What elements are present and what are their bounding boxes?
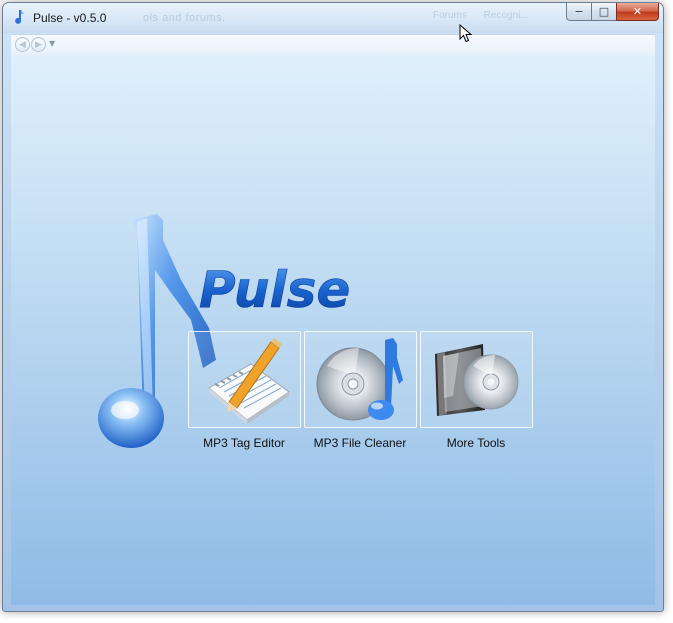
back-arrow-icon: ◀: [19, 39, 26, 50]
background-window-ghost-text-right: Forums Recogni...: [433, 10, 529, 21]
more-tools-tile[interactable]: [420, 331, 533, 428]
caption-buttons: − □ ✕: [566, 3, 659, 22]
mp3-tag-editor-tile[interactable]: [188, 331, 301, 428]
minimize-icon: −: [574, 5, 584, 18]
forward-button[interactable]: ▶: [31, 37, 46, 52]
forward-arrow-icon: ▶: [35, 39, 42, 50]
window-title: Pulse - v0.5.0: [33, 11, 107, 25]
mp3-file-cleaner-tile[interactable]: [304, 331, 417, 428]
back-button[interactable]: ◀: [15, 37, 30, 52]
background-window-ghost-text: ols and forums.: [143, 12, 226, 24]
chevron-down-icon[interactable]: ▼: [49, 39, 55, 48]
minimize-button[interactable]: −: [566, 3, 591, 21]
main-content: Pulse MP3 Tag Editor MP3 File Cleaner Mo…: [11, 55, 655, 605]
maximize-icon: □: [598, 5, 610, 18]
more-tools-label[interactable]: More Tools: [406, 436, 546, 450]
close-icon: ✕: [632, 5, 643, 18]
title-bar[interactable]: Pulse - v0.5.0 ols and forums. Forums Re…: [3, 3, 663, 33]
close-button[interactable]: ✕: [616, 3, 659, 21]
navigation-bar: ◀ ▶ ▼: [11, 34, 655, 55]
maximize-button[interactable]: □: [591, 3, 616, 21]
app-window: Pulse - v0.5.0 ols and forums. Forums Re…: [2, 2, 664, 612]
cd-music-note-icon: [316, 338, 403, 421]
app-icon: [15, 10, 24, 24]
pulse-wordmark: Pulse: [199, 261, 350, 319]
mouse-cursor-icon: [459, 24, 473, 43]
cd-case-icon: [435, 344, 519, 416]
notepad-pencil-icon: [208, 338, 290, 424]
